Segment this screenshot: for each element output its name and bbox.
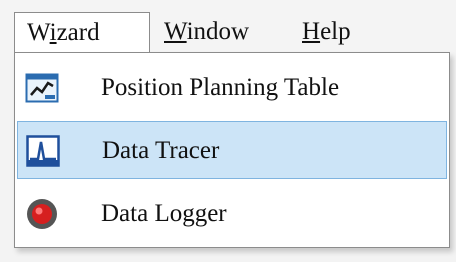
- menu-bar: Wizard Window Help: [0, 0, 456, 60]
- menu-wizard-label-start: W: [27, 19, 50, 46]
- menu-item-label: Data Tracer: [102, 137, 220, 164]
- menu-wizard-label-end: zard: [56, 19, 100, 46]
- menu-window-mnemonic: W: [164, 18, 187, 45]
- menu-window-label: indow: [186, 18, 250, 45]
- menu-wizard-mnemonic: i: [49, 19, 57, 46]
- menu-item-position-planning-table[interactable]: Position Planning Table: [17, 59, 447, 117]
- wizard-dropdown-menu: Position Planning Table Data Tracer Data…: [14, 52, 450, 248]
- menu-item-data-tracer[interactable]: Data Tracer: [17, 121, 447, 179]
- menu-item-data-logger[interactable]: Data Logger: [17, 185, 447, 243]
- menu-wizard[interactable]: Wizard: [14, 12, 150, 52]
- menu-help-mnemonic: H: [302, 18, 321, 45]
- menu-window[interactable]: Window: [152, 12, 261, 52]
- data-logger-icon: [25, 197, 59, 231]
- data-tracer-icon: [26, 134, 60, 168]
- app-window: Wizard Window Help Position Planning Tab…: [0, 0, 456, 262]
- position-planning-table-icon: [25, 71, 59, 105]
- menu-help[interactable]: Help: [290, 12, 363, 52]
- menu-help-label: elp: [320, 18, 351, 45]
- menu-item-label: Position Planning Table: [101, 74, 340, 101]
- menu-item-label: Data Logger: [101, 200, 227, 227]
